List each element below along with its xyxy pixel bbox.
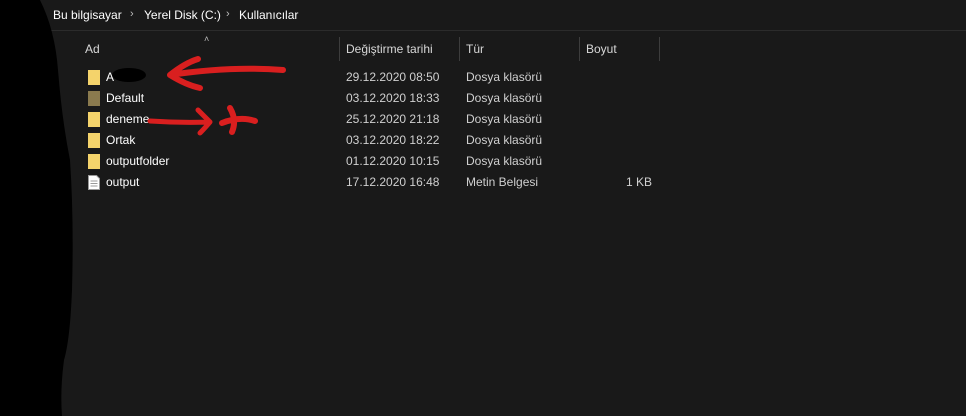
file-row[interactable]: deneme 25.12.2020 21:18 Dosya klasörü [80,109,680,130]
column-header-size[interactable]: Boyut [586,36,656,62]
file-type: Dosya klasörü [466,154,543,168]
file-type: Metin Belgesi [466,175,539,189]
folder-icon [88,112,100,127]
file-name: outputfolder [106,154,170,168]
folder-icon [88,70,100,85]
file-row[interactable]: A 29.12.2020 08:50 Dosya klasörü [80,67,680,88]
file-name: Default [106,91,145,105]
file-name: output [106,175,140,189]
text-file-icon [88,175,100,190]
column-header-label: Değiştirme tarihi [346,42,433,56]
file-row[interactable]: outputfolder 01.12.2020 10:15 Dosya klas… [80,151,680,172]
file-row[interactable]: Ortak 03.12.2020 18:22 Dosya klasörü [80,130,680,151]
file-name: A [106,70,115,84]
file-date: 25.12.2020 21:18 [346,112,440,126]
breadcrumb-item-local-disk[interactable]: Yerel Disk (C:) [144,8,221,22]
file-name: Ortak [106,133,136,147]
column-header-label: Ad [85,42,100,56]
file-type: Dosya klasörü [466,112,543,126]
column-divider[interactable] [459,37,460,61]
file-row[interactable]: Default 03.12.2020 18:33 Dosya klasörü [80,88,680,109]
file-size: 1 KB [625,175,652,189]
column-header-label: Tür [466,42,484,56]
column-divider[interactable] [339,37,340,61]
column-header-label: Boyut [586,42,617,56]
folder-icon [88,133,100,148]
breadcrumb-item-users[interactable]: Kullanıcılar [239,8,298,22]
file-type: Dosya klasörü [466,70,543,84]
column-header-date[interactable]: Değiştirme tarihi [346,36,456,62]
file-date: 29.12.2020 08:50 [346,70,440,84]
address-bar[interactable]: › Bu bilgisayar › Yerel Disk (C:) › Kull… [0,0,966,31]
file-row[interactable]: output 17.12.2020 16:48 Metin Belgesi 1 … [80,172,680,193]
folder-icon [0,8,16,20]
file-date: 03.12.2020 18:33 [346,91,440,105]
chevron-right-icon[interactable]: › [130,8,134,20]
file-name: deneme [106,112,150,126]
folder-icon [88,91,100,106]
file-date: 01.12.2020 10:15 [346,154,440,168]
column-header-name[interactable]: Ad [85,36,335,62]
column-divider[interactable] [579,37,580,61]
breadcrumb-item-this-pc[interactable]: Bu bilgisayar [53,8,122,22]
file-date: 17.12.2020 16:48 [346,175,440,189]
file-date: 03.12.2020 18:22 [346,133,440,147]
chevron-right-icon[interactable]: › [38,8,42,20]
file-type: Dosya klasörü [466,133,543,147]
column-header-type[interactable]: Tür [466,36,576,62]
file-type: Dosya klasörü [466,91,543,105]
folder-icon [88,154,100,169]
file-list: ˄ Ad Değiştirme tarihi Tür Boyut A 29.12… [0,31,966,416]
chevron-right-icon[interactable]: › [226,8,230,20]
column-divider[interactable] [659,37,660,61]
